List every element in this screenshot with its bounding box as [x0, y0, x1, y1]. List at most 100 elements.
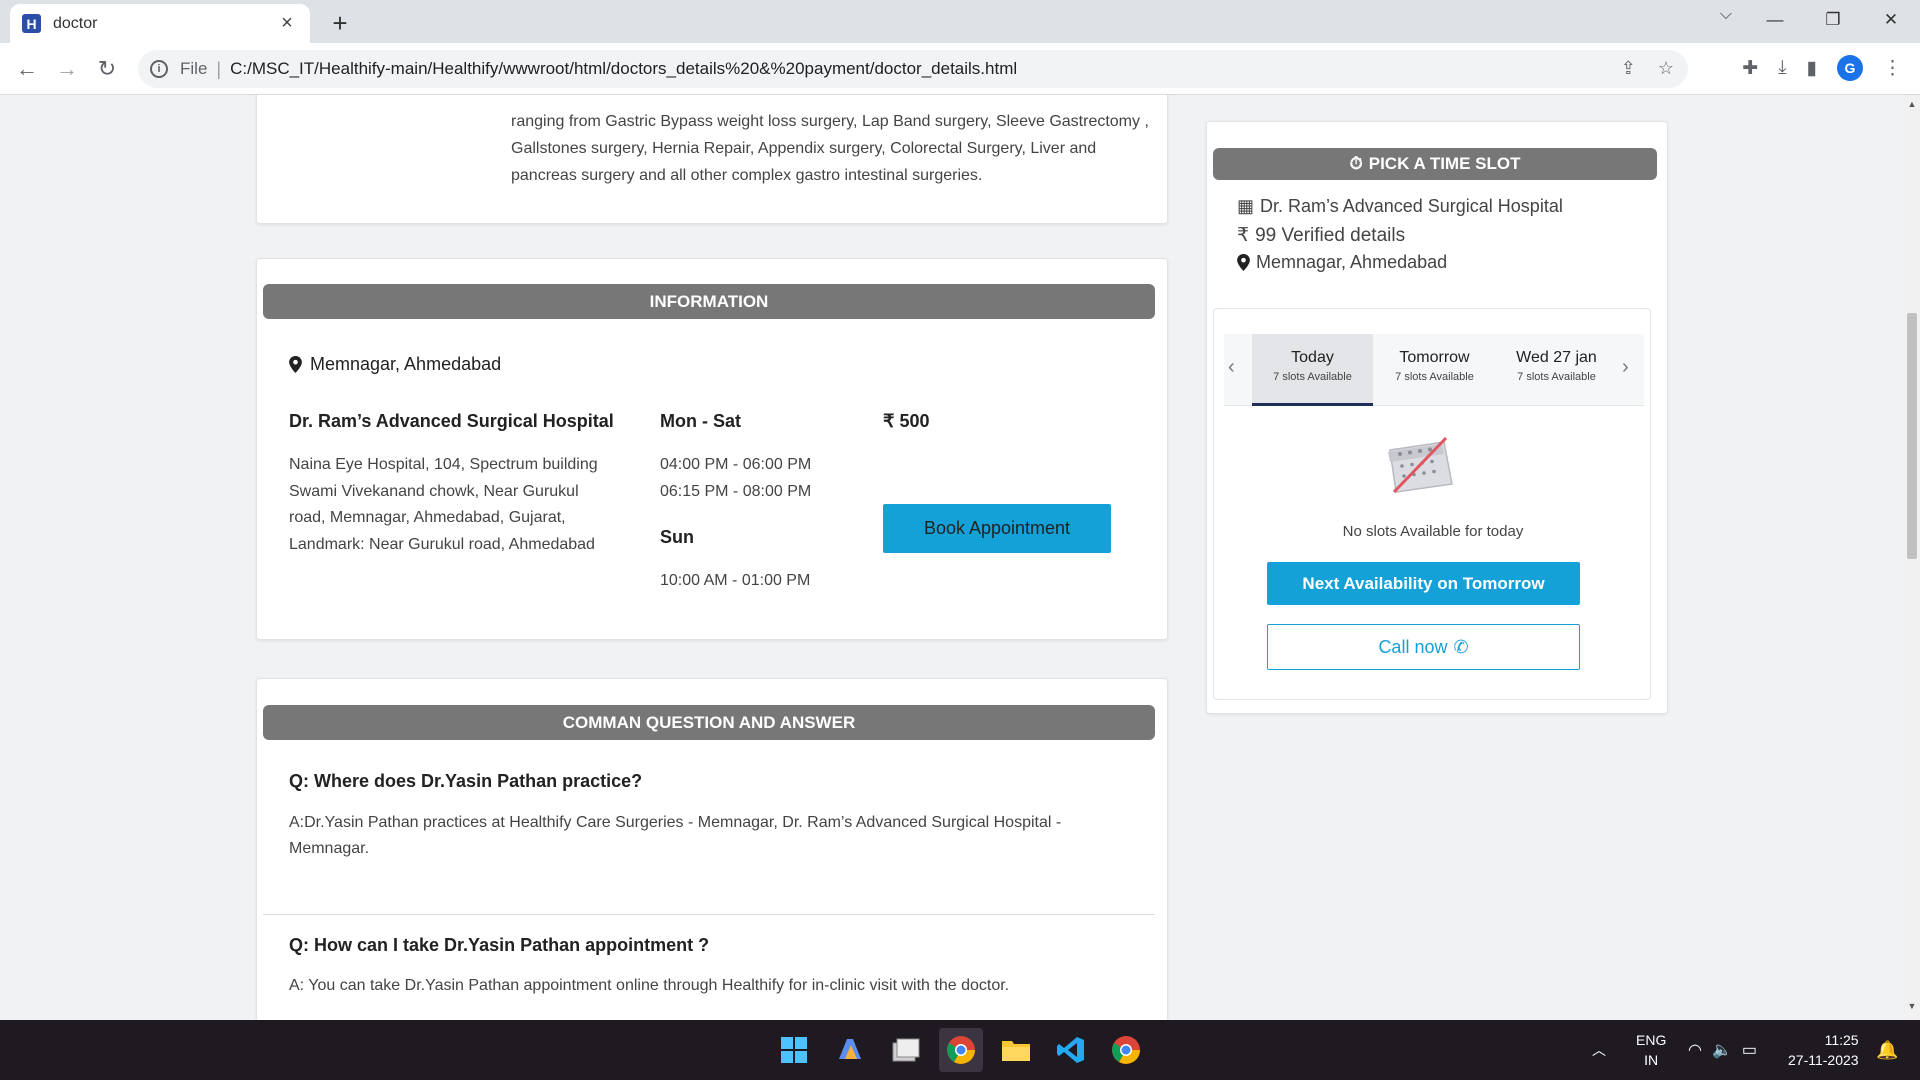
window-controls: — ❐ ✕ [1746, 0, 1920, 40]
call-now-button[interactable]: Call now ✆ [1267, 624, 1580, 670]
minimize-icon[interactable]: — [1746, 0, 1804, 40]
task-view-icon[interactable] [884, 1028, 928, 1072]
slot-fee-text: 99 Verified details [1255, 224, 1406, 246]
stopwatch-icon: ⏱ [1349, 154, 1363, 173]
address-url[interactable]: C:/MSC_IT/Healthify-main/Healthify/wwwro… [230, 59, 1017, 79]
new-tab-button[interactable]: + [325, 8, 355, 39]
time-slot-header-label: PICK A TIME SLOT [1368, 154, 1521, 173]
tab-tomorrow-label: Tomorrow [1399, 349, 1470, 366]
sunday-slot: 10:00 AM - 01:00 PM [660, 572, 811, 589]
weekday-slot-1: 04:00 PM - 06:00 PM [660, 456, 812, 473]
healthify-favicon-icon: H [22, 14, 41, 33]
notification-bell-icon[interactable]: 🔔 [1876, 1020, 1898, 1080]
tab-today-slots: 7 slots Available [1273, 371, 1352, 383]
file-explorer-folder-icon[interactable] [994, 1028, 1038, 1072]
address-bar[interactable]: i File | C:/MSC_IT/Healthify-main/Health… [138, 50, 1688, 88]
no-slots-calendar-icon [1388, 436, 1453, 494]
address-scheme: File [180, 59, 208, 78]
faq-header: COMMAN QUESTION AND ANSWER [263, 705, 1155, 740]
vscode-icon[interactable] [1049, 1028, 1093, 1072]
side-panel-icon[interactable]: ▮ [1807, 57, 1817, 80]
restore-icon[interactable]: ❐ [1804, 0, 1862, 40]
faq-question-2: Q: How can I take Dr.Yasin Pathan appoin… [289, 935, 710, 955]
chevron-right-icon[interactable]: › [1622, 356, 1629, 379]
menu-kebab-icon[interactable]: ⋮ [1883, 57, 1902, 80]
sunday-label: Sun [660, 527, 694, 547]
faq-answer-1: A:Dr.Yasin Pathan practices at Healthify… [289, 814, 1062, 857]
tab-search-chevron-icon[interactable]: ⌵ [1720, 6, 1732, 24]
tab-tomorrow[interactable]: Tomorrow 7 slots Available [1374, 334, 1495, 406]
reload-icon[interactable]: ↻ [92, 54, 122, 84]
chrome-secondary-icon[interactable] [1104, 1028, 1148, 1072]
back-arrow-icon[interactable]: ← [12, 54, 42, 84]
faq-card: COMMAN QUESTION AND ANSWER Q: Where does… [256, 678, 1168, 1020]
tab-title: doctor [53, 14, 98, 32]
slot-hospital-name: Dr. Ram’s Advanced Surgical Hospital [1260, 196, 1563, 216]
tray-overflow-chevron-icon[interactable]: ︿ [1592, 1020, 1606, 1080]
information-location: Memnagar, Ahmedabad [289, 354, 501, 375]
page-scrollbar[interactable]: ▲ ▼ [1904, 95, 1920, 1020]
chrome-icon[interactable] [939, 1028, 983, 1072]
address-separator: | [216, 58, 222, 79]
language-indicator[interactable]: ENG IN [1636, 1020, 1666, 1080]
page-viewport: ranging from Gastric Bypass weight loss … [0, 95, 1904, 1020]
lang-bottom: IN [1644, 1052, 1659, 1068]
faq-divider [263, 914, 1155, 915]
start-windows-icon[interactable] [772, 1028, 816, 1072]
information-card: INFORMATION Memnagar, Ahmedabad Dr. Ram’… [256, 258, 1168, 640]
about-text: ranging from Gastric Bypass weight loss … [511, 113, 1149, 184]
time-slot-card: ⏱ PICK A TIME SLOT ▦ Dr. Ram’s Advanced … [1206, 121, 1668, 714]
clock-date: 27-11-2023 [1788, 1052, 1859, 1068]
book-appointment-button[interactable]: Book Appointment [883, 504, 1111, 553]
system-tray[interactable]: ◠ 🔈 ▭ [1688, 1020, 1757, 1080]
clock[interactable]: 11:25 27-11-2023 [1788, 1020, 1859, 1080]
slot-hospital: ▦ Dr. Ram’s Advanced Surgical Hospital [1237, 196, 1563, 217]
tab-wed-label: Wed 27 jan [1516, 349, 1597, 366]
tab-tomorrow-slots: 7 slots Available [1395, 371, 1474, 383]
slot-location-text: Memnagar, Ahmedabad [1256, 252, 1448, 272]
map-pin-icon [289, 356, 302, 373]
profile-avatar[interactable]: G [1837, 55, 1863, 81]
slot-location: Memnagar, Ahmedabad [1237, 252, 1447, 273]
wifi-icon: ◠ [1688, 1042, 1702, 1059]
weekday-slot-2: 06:15 PM - 08:00 PM [660, 483, 812, 500]
browser-tab[interactable]: H doctor × [10, 4, 310, 43]
about-card: ranging from Gastric Bypass weight loss … [256, 95, 1168, 224]
forward-arrow-icon[interactable]: → [52, 54, 82, 84]
battery-icon: ▭ [1741, 1042, 1758, 1059]
time-slot-header: ⏱ PICK A TIME SLOT [1213, 148, 1657, 180]
share-icon[interactable]: ⇪ [1621, 58, 1636, 79]
extensions-puzzle-icon[interactable]: ✚ [1742, 57, 1758, 80]
volume-icon: 🔈 [1711, 1042, 1732, 1059]
browser-toolbar: ← → ↻ i File | C:/MSC_IT/Healthify-main/… [0, 43, 1920, 95]
scrollbar-thumb[interactable] [1907, 313, 1917, 559]
slot-picker: ‹ Today 7 slots Available Tomorrow 7 slo… [1213, 308, 1651, 700]
phone-icon: ✆ [1453, 636, 1469, 657]
information-header: INFORMATION [263, 284, 1155, 319]
lang-top: ENG [1636, 1032, 1667, 1048]
map-pin-icon [1237, 254, 1250, 271]
close-tab-icon[interactable]: × [276, 12, 298, 35]
clock-time: 11:25 [1824, 1032, 1859, 1048]
scroll-up-arrow-icon[interactable]: ▲ [1904, 99, 1920, 109]
tab-today[interactable]: Today 7 slots Available [1252, 334, 1373, 406]
copilot-icon[interactable] [828, 1028, 872, 1072]
tab-wed-27-jan[interactable]: Wed 27 jan 7 slots Available [1496, 334, 1617, 406]
tab-wed-slots: 7 slots Available [1517, 371, 1596, 383]
no-slots-text: No slots Available for today [1342, 523, 1524, 540]
faq-question-1: Q: Where does Dr.Yasin Pathan practice? [289, 771, 643, 791]
close-window-icon[interactable]: ✕ [1862, 0, 1920, 40]
hospital-address: Naina Eye Hospital, 104, Spectrum buildi… [289, 456, 598, 553]
next-availability-button[interactable]: Next Availability on Tomorrow [1267, 562, 1580, 605]
rupee-symbol: ₹ [1237, 225, 1250, 246]
hospital-building-icon: ▦ [1237, 196, 1255, 216]
tab-today-label: Today [1291, 349, 1334, 366]
download-icon[interactable]: ⤓ [1778, 57, 1786, 79]
weekday-label: Mon - Sat [660, 411, 741, 431]
chevron-left-icon[interactable]: ‹ [1228, 356, 1235, 379]
location-text: Memnagar, Ahmedabad [310, 354, 502, 374]
windows-taskbar: ︿ ENG IN ◠ 🔈 ▭ 11:25 27-11-2023 🔔 [0, 1020, 1920, 1080]
bookmark-star-icon[interactable]: ☆ [1658, 58, 1674, 79]
site-info-icon[interactable]: i [150, 60, 168, 78]
scroll-down-arrow-icon[interactable]: ▼ [1904, 1001, 1920, 1011]
